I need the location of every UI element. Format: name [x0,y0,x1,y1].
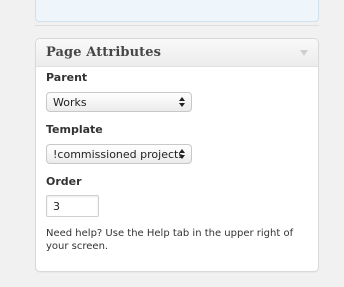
metabox-body: Parent Works Template !commissioned proj… [46,71,308,253]
help-text: Need help? Use the Help tab in the upper… [46,228,294,252]
updown-arrows-icon [179,96,186,108]
previous-panel [35,0,319,22]
template-select-value: !commissioned projects [53,147,185,161]
parent-label: Parent [46,71,88,84]
template-label: Template [46,123,103,136]
divider [35,25,319,26]
parent-select[interactable]: Works [46,92,192,112]
order-label: Order [46,175,82,188]
template-select[interactable]: !commissioned projects [46,144,192,164]
order-input[interactable] [46,195,99,217]
metabox-header[interactable]: Page Attributes [36,39,318,67]
metabox-title: Page Attributes [46,45,162,60]
updown-arrows-icon [179,148,186,160]
chevron-down-icon[interactable] [300,50,308,56]
page-attributes-metabox: Page Attributes Parent Works Template !c… [35,38,319,272]
parent-select-value: Works [53,95,87,109]
